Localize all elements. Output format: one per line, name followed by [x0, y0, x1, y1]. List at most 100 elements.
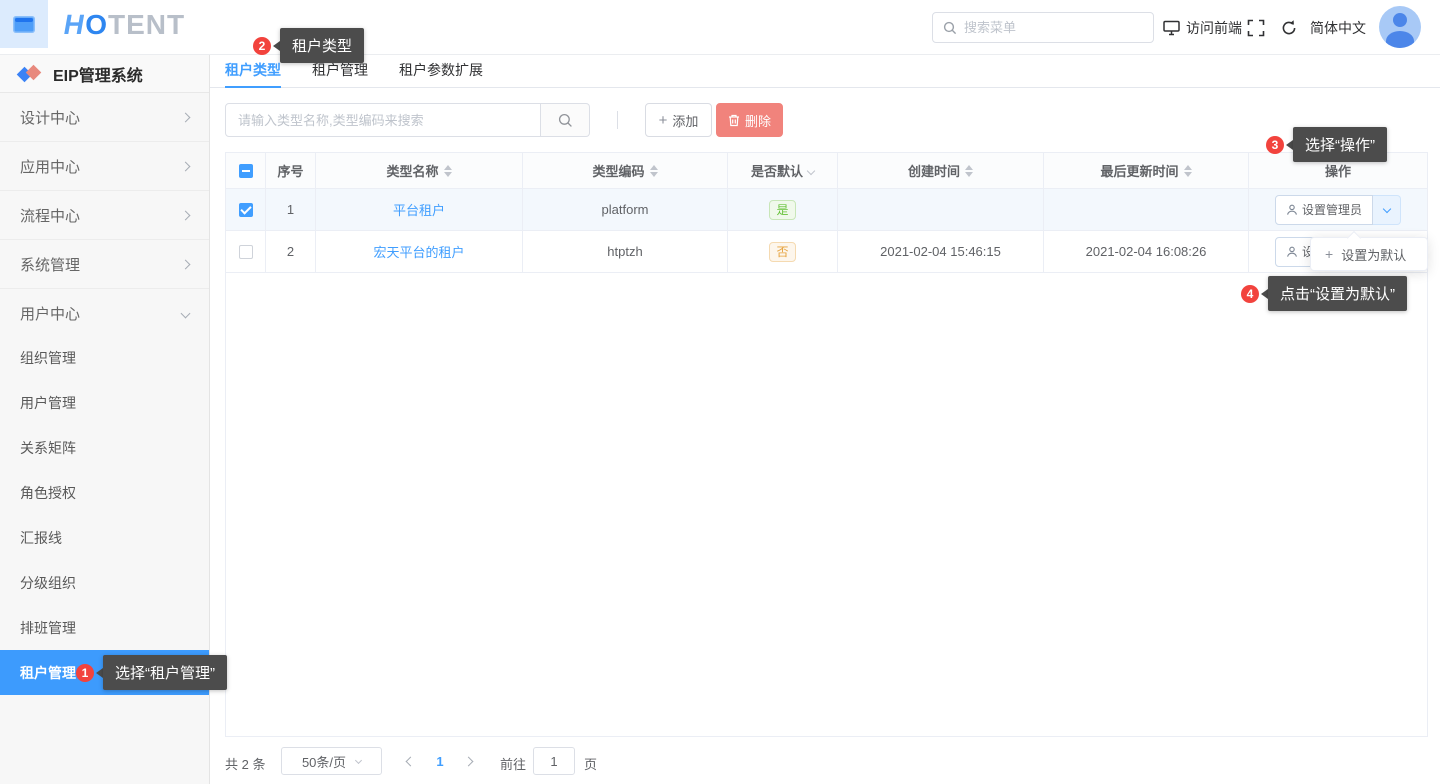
language-switch[interactable]: 简体中文: [1310, 0, 1366, 55]
person-icon: [1286, 204, 1298, 216]
annotation-number-badge: 3: [1266, 136, 1284, 154]
annotation-tooltip: 选择“租户管理”: [103, 655, 227, 690]
delete-button[interactable]: 删除: [716, 103, 783, 137]
chevron-right-icon: [181, 259, 191, 269]
column-header-created[interactable]: 创建时间: [838, 153, 1044, 188]
sidebar-item-user-management[interactable]: 用户管理: [0, 380, 209, 425]
annotation-arrow-icon: [273, 41, 280, 51]
annotation-number-badge: 2: [253, 37, 271, 55]
action-dropdown-toggle[interactable]: [1373, 195, 1401, 225]
chevron-right-icon: [181, 161, 191, 171]
add-button[interactable]: + 添加: [645, 103, 712, 137]
sidebar-item-system-management[interactable]: 系统管理: [0, 240, 209, 289]
default-badge-yes: 是: [769, 200, 795, 220]
cell-created: 2021-02-04 15:46:15: [838, 231, 1044, 272]
page-size-select[interactable]: 50条/页: [281, 747, 382, 775]
user-avatar[interactable]: [1379, 6, 1421, 48]
plus-icon: +: [659, 112, 668, 129]
sidebar-title-label: EIP管理系统: [53, 62, 143, 86]
sort-icon[interactable]: [444, 165, 452, 177]
set-admin-button[interactable]: 设置管理员: [1275, 195, 1373, 225]
sidebar-item-process-center[interactable]: 流程中心: [0, 191, 209, 240]
table-header-row: 序号 类型名称 类型编码 是否默认 创建时间 最后更新时间 操作: [226, 153, 1427, 189]
sidebar-submenu: 组织管理 用户管理 关系矩阵 角色授权 汇报线 分级组织 排班管理 租户管理: [0, 335, 209, 695]
annotation-step-3: 3 选择“操作”: [1266, 127, 1387, 162]
sidebar-toggle-button[interactable]: [0, 0, 48, 48]
sidebar-item-role-authorization[interactable]: 角色授权: [0, 470, 209, 515]
annotation-number-badge: 4: [1241, 285, 1259, 303]
sidebar-item-user-center[interactable]: 用户中心: [0, 289, 209, 338]
row-checkbox[interactable]: [239, 245, 253, 259]
prev-page-button[interactable]: [397, 747, 423, 775]
tenant-type-link[interactable]: 平台租户: [393, 200, 445, 219]
sort-icon[interactable]: [1184, 165, 1192, 177]
tab-tenant-param-extension[interactable]: 租户参数扩展: [399, 55, 483, 87]
tenant-type-table: 序号 类型名称 类型编码 是否默认 创建时间 最后更新时间 操作 1 平台租户 …: [225, 152, 1428, 737]
content-tabbar: 租户类型 租户管理 租户参数扩展: [210, 55, 1440, 88]
goto-page-input[interactable]: [533, 747, 575, 775]
sort-icon[interactable]: [650, 165, 658, 177]
search-icon: [943, 21, 957, 35]
table-row[interactable]: 2 宏天平台的租户 htptzh 否 2021-02-04 15:46:15 2…: [226, 231, 1427, 273]
menu-item-set-default[interactable]: 设置为默认: [1341, 245, 1406, 264]
chevron-right-icon: [181, 210, 191, 220]
menu-search-input[interactable]: [964, 20, 1143, 35]
default-badge-no: 否: [769, 242, 795, 262]
sidebar-item-hierarchical-org[interactable]: 分级组织: [0, 560, 209, 605]
monitor-icon: [1163, 20, 1180, 36]
cell-seq: 1: [266, 189, 316, 230]
visit-frontend-link[interactable]: 访问前端: [1163, 0, 1242, 55]
visit-frontend-label: 访问前端: [1186, 18, 1242, 38]
eip-logo-icon: [18, 63, 42, 85]
sidebar-item-app-center[interactable]: 应用中心: [0, 142, 209, 191]
cell-seq: 2: [266, 231, 316, 272]
app-logo: HOTENT: [64, 9, 185, 41]
next-page-button[interactable]: [455, 747, 481, 775]
logo-text: TENT: [108, 9, 185, 40]
chevron-right-icon: [181, 112, 191, 122]
annotation-tooltip: 点击“设置为默认”: [1268, 276, 1407, 311]
column-header-is-default[interactable]: 是否默认: [728, 153, 838, 188]
goto-page-suffix: 页: [584, 754, 597, 773]
cell-code: platform: [523, 189, 728, 230]
annotation-step-1: 1 选择“租户管理”: [76, 655, 227, 690]
sort-icon[interactable]: [965, 165, 973, 177]
pagination-total: 共 2 条: [225, 754, 265, 773]
sidebar-item-design-center[interactable]: 设计中心: [0, 93, 209, 142]
row-action-split-button: 设置管理员: [1275, 195, 1401, 225]
chevron-right-icon: [463, 756, 473, 766]
tenant-type-link[interactable]: 宏天平台的租户: [373, 242, 464, 261]
fullscreen-button[interactable]: [1247, 19, 1265, 37]
annotation-tooltip: 选择“操作”: [1293, 127, 1387, 162]
chevron-down-icon: [1382, 204, 1390, 212]
annotation-arrow-icon: [1286, 140, 1293, 150]
column-header-updated[interactable]: 最后更新时间: [1044, 153, 1249, 188]
annotation-step-4: 4 点击“设置为默认”: [1241, 276, 1407, 311]
type-search-input[interactable]: [225, 103, 541, 137]
chevron-down-icon: [355, 756, 362, 763]
column-header-seq: 序号: [266, 153, 316, 188]
refresh-button[interactable]: [1280, 19, 1298, 37]
cell-code: htptzh: [523, 231, 728, 272]
sidebar-item-shift-management[interactable]: 排班管理: [0, 605, 209, 650]
fullscreen-icon: [1247, 19, 1265, 37]
app-root: HOTENT 访问前端 简体中文: [0, 0, 1440, 784]
avatar-person-icon: [1393, 13, 1407, 27]
column-header-name[interactable]: 类型名称: [316, 153, 523, 188]
row-checkbox[interactable]: [239, 203, 253, 217]
sidebar-item-org-management[interactable]: 组织管理: [0, 335, 209, 380]
annotation-number-badge: 1: [76, 664, 94, 682]
collapse-menu-icon: [13, 16, 35, 33]
filter-chevron-icon[interactable]: [807, 166, 815, 174]
sidebar-item-reporting-line[interactable]: 汇报线: [0, 515, 209, 560]
sidebar-item-relation-matrix[interactable]: 关系矩阵: [0, 425, 209, 470]
logo-o: O: [85, 9, 108, 40]
table-row[interactable]: 1 平台租户 platform 是 设置管理员: [226, 189, 1427, 231]
annotation-arrow-icon: [1261, 289, 1268, 299]
menu-search-box[interactable]: [932, 12, 1154, 43]
select-all-checkbox[interactable]: [239, 164, 253, 178]
column-header-code[interactable]: 类型编码: [523, 153, 728, 188]
action-dropdown-menu: + 设置为默认: [1310, 237, 1428, 271]
search-button[interactable]: [541, 103, 590, 137]
page-number-current[interactable]: 1: [426, 747, 454, 775]
